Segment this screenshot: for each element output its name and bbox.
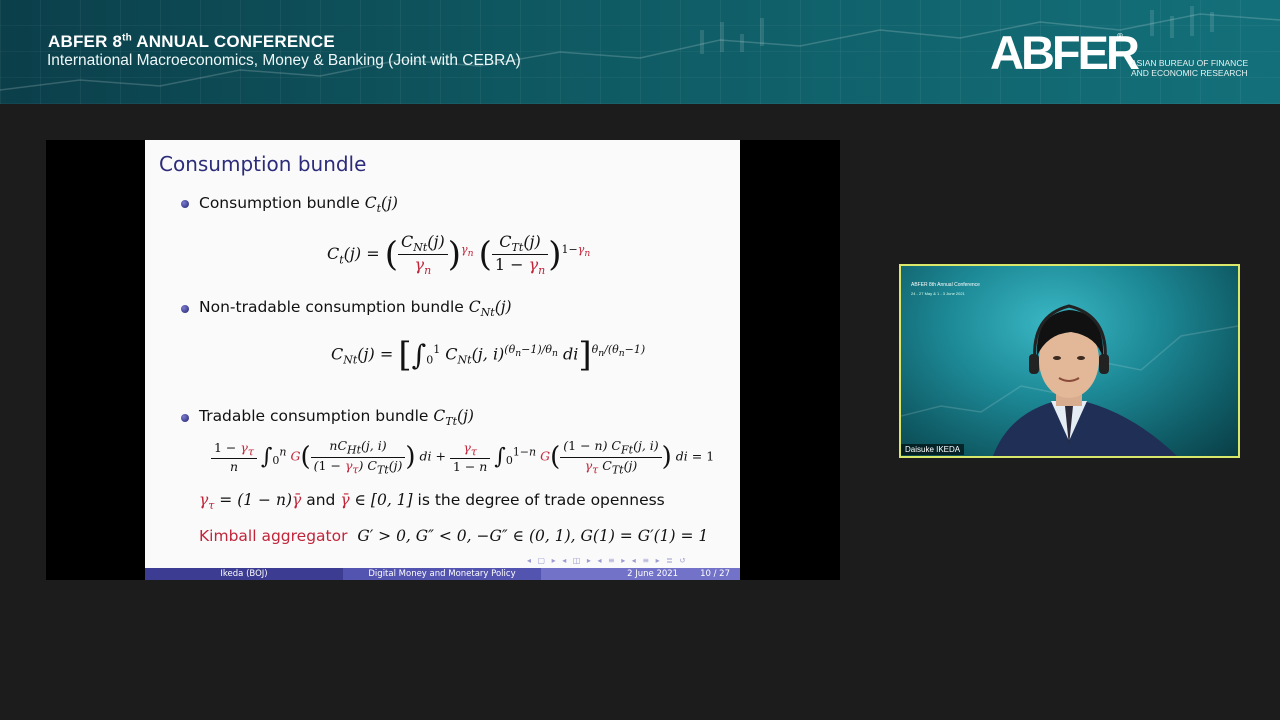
footer-date: 2 June 2021 — [627, 569, 679, 579]
speaker-name-label: Daisuke IKEDA — [901, 444, 965, 455]
footer-author: Ikeda (BOJ) — [145, 568, 343, 580]
session-title: International Macroeconomics, Money & Ba… — [47, 52, 521, 69]
bullet-icon — [181, 305, 189, 313]
logo-subtitle: ASIAN BUREAU OF FINANCE AND ECONOMIC RES… — [1131, 58, 1249, 78]
slide-title: Consumption bundle — [159, 152, 367, 176]
footer-page: 10 / 27 — [700, 569, 730, 579]
conference-title: ABFER 8th ANNUAL CONFERENCE — [48, 32, 335, 51]
trade-openness-note: γτ = (1 − n)γ̄ and γ̄ ∈ [0, 1] is the de… — [199, 491, 665, 513]
abfer-logo: ABFER — [990, 26, 1140, 79]
bullet-icon — [181, 414, 189, 422]
slide-footer: Ikeda (BOJ) Digital Money and Monetary P… — [145, 568, 740, 580]
equation-tradable-bundle: 1 − γτ n ∫0n G(nCHt(j, i) (1 − γτ) CTt(j))… — [211, 438, 714, 476]
kimball-aggregator-note: Kimball aggregator G′ > 0, G″ < 0, −G″ ∈… — [199, 527, 709, 545]
speaker-video-tile[interactable]: ABFER 8th Annual Conference 24 - 27 May … — [899, 264, 1240, 458]
bullet-icon — [181, 200, 189, 208]
presentation-slide: Consumption bundle Consumption bundle Ct… — [145, 140, 740, 580]
conference-banner: ABFER 8th ANNUAL CONFERENCE Internationa… — [0, 0, 1280, 104]
equation-consumption-bundle: Ct(j) = (CNt(j) γn)γn (CTt(j) 1 − γn)1−γn — [327, 232, 591, 278]
footer-talk-title: Digital Money and Monetary Policy — [343, 568, 541, 580]
logo-registered-mark: ® — [1116, 32, 1124, 41]
webcam-conference-title: ABFER 8th Annual Conference — [911, 282, 980, 288]
equation-nontradable-bundle: CNt(j) = [∫01 CNt(j, i)(θn−1)/θn di]θn/(… — [331, 335, 646, 375]
bullet-nontradable: Non-tradable consumption bundle CNt(j) — [199, 298, 512, 320]
beamer-navigation-icons: ◂ ▢ ▸ ◂ ◫ ▸ ◂ ≡ ▸ ◂ ≡ ▸ ≣ ↺ — [527, 556, 689, 565]
webcam-conference-dates: 24 - 27 May & 1 - 3 June 2021 — [911, 291, 965, 296]
footer-date-page: 2 June 2021 10 / 27 — [541, 568, 740, 580]
bullet-tradable: Tradable consumption bundle CTt(j) — [199, 407, 474, 429]
bullet-consumption: Consumption bundle Ct(j) — [199, 194, 398, 216]
